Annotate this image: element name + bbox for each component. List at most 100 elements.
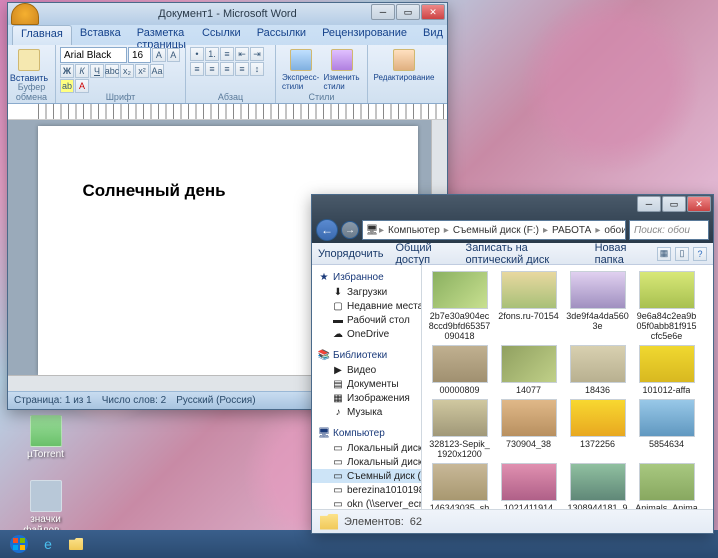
highlight-button[interactable]: ab [60, 79, 74, 93]
change-styles-button[interactable]: Изменить стили [322, 47, 364, 93]
align-left-button[interactable]: ≡ [190, 62, 204, 76]
tree-videos[interactable]: ▶Видео [312, 363, 421, 377]
nav-tree[interactable]: ★Избранное ⬇Загрузки ▢Недавние места ▬Ра… [312, 265, 422, 509]
maximize-button[interactable]: ▭ [662, 196, 686, 212]
line-spacing-button[interactable]: ↕ [250, 62, 264, 76]
file-thumb[interactable]: 328123-Sepik_1920x1200 [428, 399, 491, 459]
shrink-font-button[interactable]: A [167, 48, 180, 62]
tab-view[interactable]: Вид [415, 25, 451, 45]
tree-onedrive[interactable]: ☁OneDrive [312, 327, 421, 341]
tree-mail-drive[interactable]: ▭berezina10101984@mail.ru [312, 483, 421, 497]
explorer-body: ★Избранное ⬇Загрузки ▢Недавние места ▬Ра… [312, 265, 713, 509]
share-menu[interactable]: Общий доступ [395, 242, 453, 266]
indent-inc-button[interactable]: ⇥ [250, 47, 264, 61]
file-thumb[interactable]: 18436 [566, 345, 629, 395]
close-button[interactable]: ✕ [687, 196, 711, 212]
tree-music[interactable]: ♪Музыка [312, 405, 421, 419]
tab-references[interactable]: Ссылки [194, 25, 249, 45]
file-thumb[interactable]: 2fons.ru-70154 [497, 271, 560, 341]
tree-drive-f[interactable]: ▭Съемный диск (F:) [312, 469, 421, 483]
tab-review[interactable]: Рецензирование [314, 25, 415, 45]
file-thumb[interactable]: 146343035_sh1 [428, 463, 491, 509]
help-button[interactable]: ? [693, 247, 707, 261]
tree-desktop[interactable]: ▬Рабочий стол [312, 313, 421, 327]
quick-styles-button[interactable]: Экспресс-стили [280, 47, 322, 93]
file-thumb[interactable]: 3de9f4a4da5603e [566, 271, 629, 341]
file-thumb[interactable]: 9e6a84c2ea9b05f0abb81f915cfc5e6e [635, 271, 698, 341]
forward-button[interactable]: → [341, 221, 359, 239]
tree-libraries-head[interactable]: 📚Библиотеки [312, 347, 421, 363]
bullets-button[interactable]: • [190, 47, 204, 61]
superscript-button[interactable]: x² [135, 64, 149, 78]
file-thumb[interactable]: 5854634 [635, 399, 698, 459]
desktop-icon-utorrent[interactable]: µTorrent [18, 415, 73, 460]
ruler[interactable] [8, 104, 447, 120]
close-button[interactable]: ✕ [421, 4, 445, 20]
case-button[interactable]: Aa [150, 64, 164, 78]
tree-drive-c[interactable]: ▭Локальный диск (C:) [312, 441, 421, 455]
editing-button[interactable]: Редактирование [372, 47, 436, 84]
status-lang[interactable]: Русский (Россия) [176, 395, 255, 406]
file-thumb[interactable]: 00000809 [428, 345, 491, 395]
bold-button[interactable]: Ж [60, 64, 74, 78]
file-thumb[interactable]: Animals_Animal_ [635, 463, 698, 509]
office-button[interactable] [11, 3, 39, 25]
organize-menu[interactable]: Упорядочить [318, 248, 383, 260]
tab-layout[interactable]: Разметка страницы [129, 25, 194, 45]
explorer-titlebar[interactable]: ─ ▭ ✕ [312, 195, 713, 217]
maximize-button[interactable]: ▭ [396, 4, 420, 20]
preview-pane-button[interactable]: ▯ [675, 247, 689, 261]
file-thumb[interactable]: 14077 [497, 345, 560, 395]
view-options-button[interactable]: ▦ [657, 247, 671, 261]
start-button[interactable] [4, 530, 34, 558]
file-thumb[interactable]: 2b7e30a904ec8ccd9bfd65357090418 [428, 271, 491, 341]
font-size-select[interactable]: 16 [128, 47, 151, 63]
tree-favorites-head[interactable]: ★Избранное [312, 269, 421, 285]
font-family-select[interactable]: Arial Black [60, 47, 127, 63]
file-grid[interactable]: 2b7e30a904ec8ccd9bfd653570904182fons.ru-… [422, 265, 713, 509]
minimize-button[interactable]: ─ [637, 196, 661, 212]
new-folder-button[interactable]: Новая папка [595, 242, 645, 266]
underline-button[interactable]: Ч [90, 64, 104, 78]
tree-network-drive[interactable]: ▭okn (\\server_ecri) (Z:) [312, 497, 421, 509]
tree-recent[interactable]: ▢Недавние места [312, 299, 421, 313]
back-button[interactable]: ← [316, 219, 338, 241]
tree-documents[interactable]: ▤Документы [312, 377, 421, 391]
subscript-button[interactable]: x₂ [120, 64, 134, 78]
align-center-button[interactable]: ≡ [205, 62, 219, 76]
file-thumb[interactable]: 1308944181_96be [566, 463, 629, 509]
tree-pictures[interactable]: ▦Изображения [312, 391, 421, 405]
taskbar-explorer[interactable] [64, 533, 88, 555]
desktop-icon-file-icons[interactable]: значки файлов... [18, 480, 73, 536]
tree-computer-head[interactable]: 🖥Компьютер [312, 425, 421, 441]
file-thumb[interactable]: 730904_38 [497, 399, 560, 459]
indent-dec-button[interactable]: ⇤ [235, 47, 249, 61]
align-right-button[interactable]: ≡ [220, 62, 234, 76]
justify-button[interactable]: ≡ [235, 62, 249, 76]
status-words[interactable]: Число слов: 2 [102, 395, 166, 406]
status-page[interactable]: Страница: 1 из 1 [14, 395, 92, 406]
burn-menu[interactable]: Записать на оптический диск [466, 242, 583, 266]
tree-downloads[interactable]: ⬇Загрузки [312, 285, 421, 299]
taskbar-ie[interactable]: e [36, 533, 60, 555]
tab-home[interactable]: Главная [12, 25, 72, 45]
numbering-button[interactable]: 1. [205, 47, 219, 61]
tab-insert[interactable]: Вставка [72, 25, 129, 45]
file-thumb[interactable]: 1372256 [566, 399, 629, 459]
file-thumb[interactable]: 1021411914 [497, 463, 560, 509]
minimize-button[interactable]: ─ [371, 4, 395, 20]
tree-drive-d[interactable]: ▭Локальный диск (D:) [312, 455, 421, 469]
word-titlebar[interactable]: Документ1 - Microsoft Word ─ ▭ ✕ [8, 3, 447, 25]
strike-button[interactable]: abc [105, 64, 119, 78]
multilevel-button[interactable]: ≡ [220, 47, 234, 61]
thumb-label: 00000809 [439, 385, 479, 395]
grow-font-button[interactable]: A [152, 48, 165, 62]
paste-button[interactable]: Вставить [12, 47, 46, 85]
search-input[interactable]: Поиск: обои [629, 220, 709, 240]
font-color-button[interactable]: A [75, 79, 89, 93]
tab-mailings[interactable]: Рассылки [249, 25, 314, 45]
italic-button[interactable]: К [75, 64, 89, 78]
breadcrumb[interactable]: 🖥 ▸ Компьютер▸ Съемный диск (F:)▸ РАБОТА… [362, 220, 626, 240]
file-thumb[interactable]: 101012-affa [635, 345, 698, 395]
computer-icon: 🖥 [318, 427, 330, 439]
